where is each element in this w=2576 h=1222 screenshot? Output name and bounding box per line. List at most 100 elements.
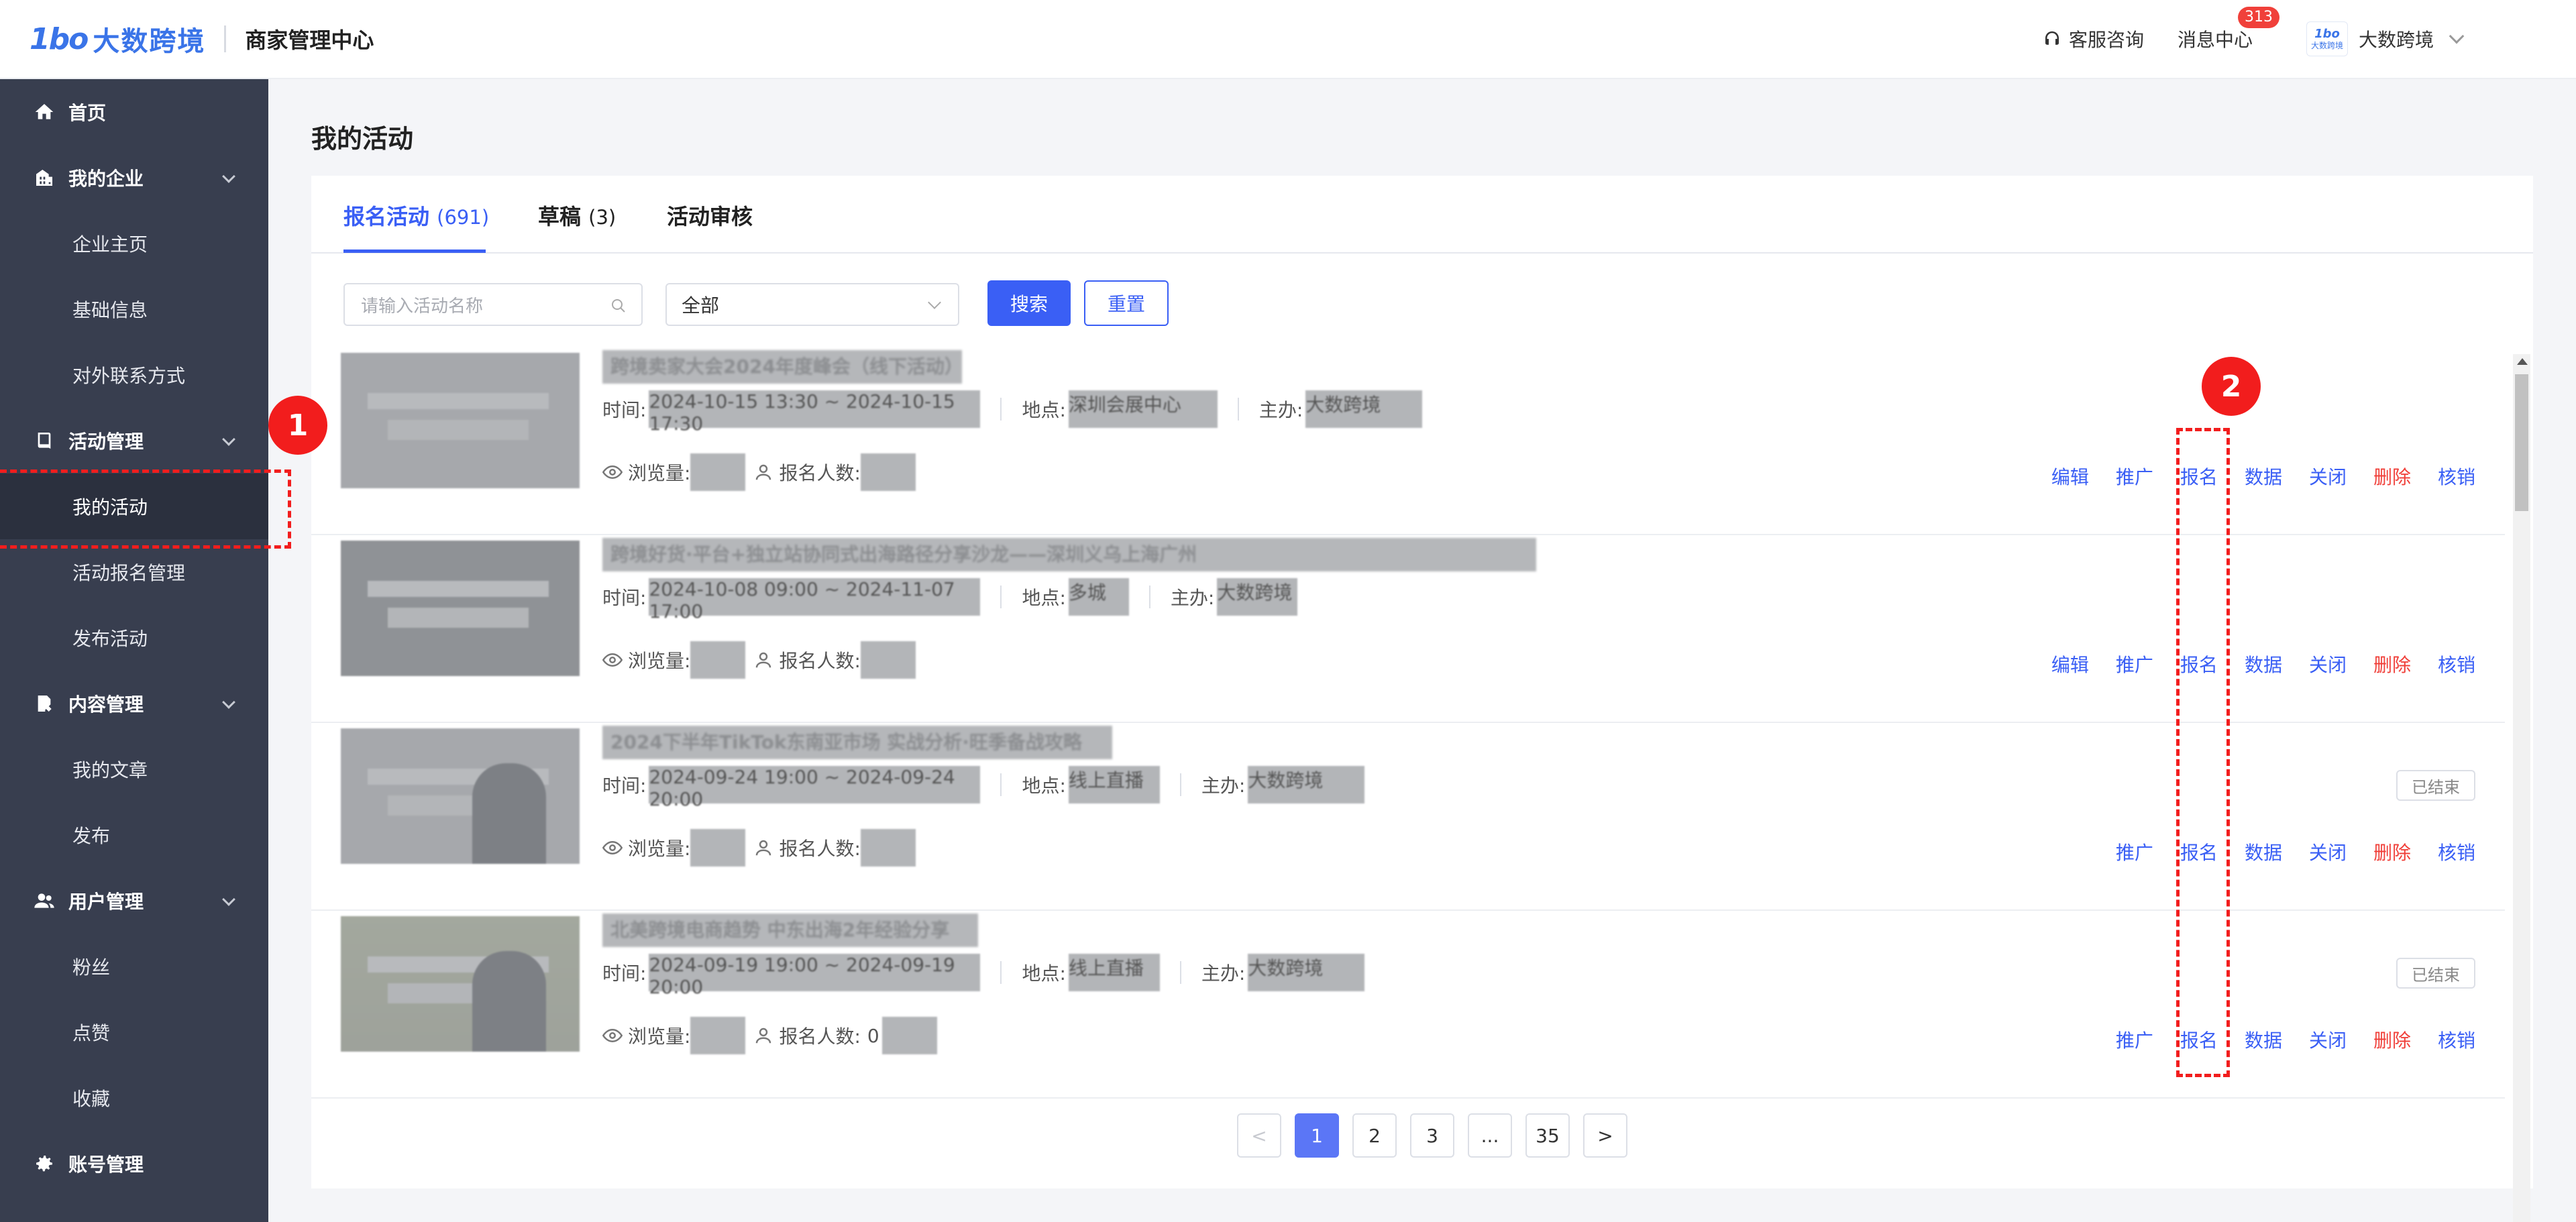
close-button[interactable]: 关闭 — [2309, 651, 2347, 677]
sidebar-item-signup-mgmt[interactable]: 活动报名管理 — [0, 539, 268, 605]
sidebar-item-my-articles[interactable]: 我的文章 — [0, 736, 268, 802]
divider — [1179, 961, 1181, 984]
sidebar-item-favorites[interactable]: 收藏 — [0, 1065, 268, 1131]
next-page-button[interactable]: > — [1583, 1113, 1627, 1158]
scrollbar-thumb[interactable] — [2515, 374, 2528, 511]
verify-button[interactable]: 核销 — [2438, 838, 2475, 865]
header-divider — [224, 25, 227, 52]
status-select[interactable]: 全部 — [665, 283, 959, 326]
activity-title[interactable]: 北美跨境电商趋势 中东出海2年经验分享 — [602, 913, 978, 947]
sidebar-item-fans[interactable]: 粉丝 — [0, 934, 268, 999]
sidebar-item-contact[interactable]: 对外联系方式 — [0, 342, 268, 408]
signups-value — [881, 1017, 937, 1054]
activity-meta: 时间: 2024-09-19 19:00 ~ 2024-09-19 20:00 … — [602, 954, 1365, 998]
tab-review[interactable]: 活动审核 — [667, 200, 753, 231]
close-button[interactable]: 关闭 — [2309, 1026, 2347, 1053]
activity-stats: 浏览量: 报名人数: — [602, 453, 916, 491]
activity-stats: 浏览量: 报名人数: — [602, 829, 916, 867]
activity-title[interactable]: 跨境好货·平台+独立站协同式出海路径分享沙龙——深圳义乌上海广州 — [602, 538, 1536, 571]
sidebar-item-label: 活动管理 — [68, 431, 144, 453]
sidebar-group-activity[interactable]: 活动管理 — [0, 408, 268, 474]
activity-meta: 时间: 2024-10-08 09:00 ~ 2024-11-07 17:00 … — [602, 578, 1298, 622]
search-input[interactable]: 请输入活动名称 — [343, 283, 643, 326]
center-title: 商家管理中心 — [245, 27, 374, 53]
time-label: 时间: — [602, 962, 647, 985]
home-icon — [35, 104, 54, 119]
sidebar-item-publish[interactable]: 发布 — [0, 802, 268, 868]
activity-thumbnail[interactable] — [341, 728, 580, 864]
select-value: 全部 — [682, 294, 720, 317]
data-button[interactable]: 数据 — [2245, 838, 2282, 865]
sidebar-item-label: 内容管理 — [68, 693, 144, 716]
delete-button[interactable]: 删除 — [2373, 1026, 2411, 1053]
support-button[interactable]: 客服咨询 — [2042, 25, 2144, 52]
brand-logo[interactable]: 1bo 大数跨境 — [30, 19, 205, 58]
tab-drafts[interactable]: 草稿 (3) — [538, 200, 616, 231]
delete-button[interactable]: 删除 — [2373, 838, 2411, 865]
chevron-down-icon — [222, 893, 235, 906]
activity-thumbnail[interactable] — [341, 916, 580, 1052]
views-value — [690, 453, 746, 491]
logo-text: 大数跨境 — [93, 26, 206, 57]
page-button[interactable]: 35 — [1525, 1113, 1570, 1158]
verify-button[interactable]: 核销 — [2438, 463, 2475, 490]
promote-button[interactable]: 推广 — [2116, 463, 2153, 490]
promote-button[interactable]: 推广 — [2116, 651, 2153, 677]
annotation-marker-1: 1 — [268, 396, 327, 455]
sidebar-item-home[interactable]: 首页 — [0, 79, 268, 145]
page-button[interactable]: 2 — [1352, 1113, 1397, 1158]
promote-button[interactable]: 推广 — [2116, 838, 2153, 865]
page-ellipsis[interactable]: ... — [1468, 1113, 1512, 1158]
promote-button[interactable]: 推广 — [2116, 1026, 2153, 1053]
activity-title[interactable]: 跨境卖家大会2024年度峰会（线下活动） — [602, 350, 962, 384]
person-icon — [756, 464, 771, 480]
page-title: 我的活动 — [311, 124, 414, 154]
close-button[interactable]: 关闭 — [2309, 838, 2347, 865]
activity-thumbnail[interactable] — [341, 353, 580, 488]
host-value: 大数跨境 — [1217, 578, 1298, 616]
prev-page-button[interactable]: < — [1237, 1113, 1281, 1158]
sidebar-item-company-home[interactable]: 企业主页 — [0, 211, 268, 276]
messages-button[interactable]: 消息中心 313 — [2178, 7, 2279, 52]
eye-icon — [602, 653, 623, 667]
signups-value — [860, 641, 916, 679]
host-label: 主办: — [1170, 587, 1215, 609]
sidebar-item-label: 账号管理 — [68, 1154, 144, 1176]
delete-button[interactable]: 删除 — [2373, 463, 2411, 490]
sidebar-item-likes[interactable]: 点赞 — [0, 999, 268, 1065]
data-button[interactable]: 数据 — [2245, 463, 2282, 490]
sidebar-item-basic-info[interactable]: 基础信息 — [0, 276, 268, 342]
user-menu[interactable]: 1bo 大数跨境 大数跨境 — [2306, 21, 2465, 56]
data-button[interactable]: 数据 — [2245, 651, 2282, 677]
activity-title[interactable]: 2024下半年TikTok东南亚市场 实战分析·旺季备战攻略 — [602, 726, 1112, 759]
delete-button[interactable]: 删除 — [2373, 651, 2411, 677]
logo-mark: 1bo — [30, 21, 89, 56]
data-button[interactable]: 数据 — [2245, 1026, 2282, 1053]
sidebar-item-account[interactable]: 账号管理 — [0, 1131, 268, 1197]
page-button[interactable]: 3 — [1410, 1113, 1454, 1158]
edit-button[interactable]: 编辑 — [2051, 651, 2089, 677]
sidebar-group-company[interactable]: 我的企业 — [0, 145, 268, 211]
page-button[interactable]: 1 — [1295, 1113, 1339, 1158]
views-value — [690, 641, 746, 679]
sidebar-item-publish-activity[interactable]: 发布活动 — [0, 605, 268, 671]
avatar-mark: 1bo — [2314, 27, 2340, 41]
tab-signup-activities[interactable]: 报名活动 (691) — [343, 200, 489, 231]
signups-label: 报名人数: — [779, 650, 861, 672]
edit-button[interactable]: 编辑 — [2051, 463, 2089, 490]
gear-icon — [36, 1156, 52, 1172]
activity-thumbnail[interactable] — [341, 541, 580, 676]
pagination: < 1 2 3 ... 35 > — [311, 1113, 2533, 1158]
activity-stats: 浏览量: 报名人数: 0 — [602, 1017, 937, 1054]
annotation-highlight-my-activities — [0, 469, 291, 549]
close-button[interactable]: 关闭 — [2309, 463, 2347, 490]
scroll-up-icon[interactable] — [2517, 358, 2528, 365]
sidebar-group-content[interactable]: 内容管理 — [0, 671, 268, 736]
search-button[interactable]: 搜索 — [987, 280, 1071, 326]
sidebar-group-users[interactable]: 用户管理 — [0, 868, 268, 934]
verify-button[interactable]: 核销 — [2438, 1026, 2475, 1053]
verify-button[interactable]: 核销 — [2438, 651, 2475, 677]
location-value: 线上直播 — [1068, 766, 1160, 803]
divider — [1148, 586, 1150, 608]
reset-button[interactable]: 重置 — [1084, 280, 1169, 326]
